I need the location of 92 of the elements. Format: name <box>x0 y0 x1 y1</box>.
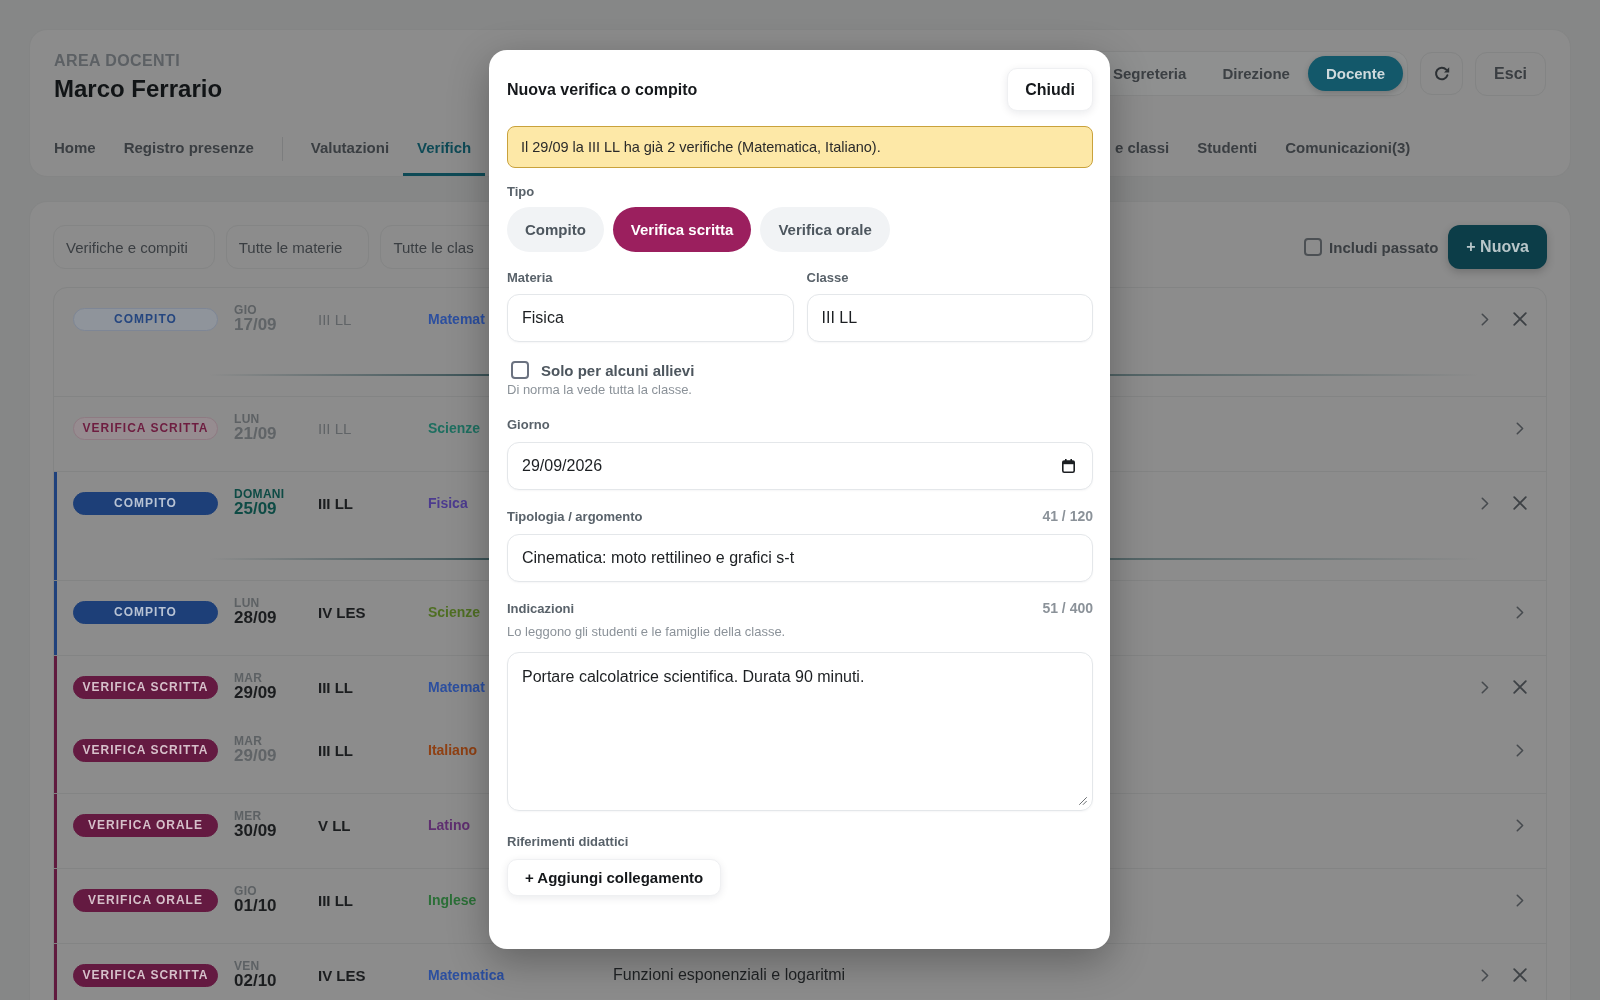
weekday-label: DOMANI <box>234 488 285 500</box>
chevron-right-icon[interactable] <box>1481 496 1489 510</box>
nav-tab[interactable]: Verifich <box>403 126 486 176</box>
subject-label: Matematica <box>428 967 505 983</box>
nav-tab[interactable]: Comunicazioni(3) <box>1271 126 1425 176</box>
field-label: Materia <box>507 269 553 285</box>
hint-text: Lo leggono gli studenti e le famiglie della classe. <box>507 624 787 640</box>
class-label: III LL <box>318 494 353 512</box>
subject-label: Inglese <box>428 892 477 908</box>
chevron-right-icon[interactable] <box>1481 680 1489 694</box>
filter-select[interactable]: Tutte le materie <box>225 225 370 269</box>
type-badge: COMPITO <box>73 600 218 624</box>
filter-select[interactable]: Verifiche e compiti <box>53 225 215 269</box>
role-option[interactable]: Docente <box>1307 56 1404 91</box>
dialog-title: Nuova verifica o compito <box>507 80 698 99</box>
field-label: Giorno <box>507 416 550 432</box>
character-counter: 51 / 400 <box>1042 600 1093 616</box>
nav-tab[interactable]: Home <box>40 126 110 176</box>
chevron-right-icon[interactable] <box>1516 605 1524 619</box>
field-label: Indicazioni <box>507 600 575 616</box>
add-link-button[interactable]: + Aggiungi collegamento <box>507 859 722 896</box>
type-badge: VERIFICA SCRITTA <box>73 675 218 699</box>
character-counter: 41 / 120 <box>1042 508 1093 524</box>
type-badge: COMPITO <box>73 307 218 331</box>
nav-tab[interactable]: Registro presenze <box>109 126 268 176</box>
checkbox-label: Solo per alcuni allievi <box>541 361 695 379</box>
class-label: III LL <box>318 891 353 909</box>
calendar-icon[interactable] <box>1062 459 1075 473</box>
x-icon[interactable] <box>1513 496 1527 510</box>
warning-banner: Il 29/09 la III LL ha già 2 verifiche (Matematica, Italiano). <box>507 126 1093 168</box>
x-icon[interactable] <box>1513 312 1527 326</box>
notes-textarea[interactable]: Portare calcolatrice scientifica. Durata 90 minuti. <box>507 652 1093 811</box>
date-label: 30/09 <box>234 822 277 840</box>
type-badge: VERIFICA ORALE <box>73 813 218 837</box>
type-badge: VERIFICA ORALE <box>73 888 218 912</box>
subject-label: Italiano <box>428 742 477 758</box>
class-label: III LL <box>318 741 353 759</box>
class-label: V LL <box>318 816 351 834</box>
subject-field[interactable]: Fisica <box>507 294 794 342</box>
resize-handle-icon[interactable] <box>1079 797 1087 805</box>
refresh-button[interactable] <box>1420 52 1464 95</box>
subject-label: Scienze <box>428 604 481 620</box>
nav-tab[interactable]: Valutazioni <box>296 126 404 176</box>
include-past-checkbox[interactable] <box>1304 238 1323 256</box>
type-badge: VERIFICA SCRITTA <box>73 738 218 762</box>
date-label: 29/09 <box>234 684 277 702</box>
logout-button[interactable]: Esci <box>1475 51 1546 96</box>
class-field[interactable]: III LL <box>806 294 1093 342</box>
date-label: 01/10 <box>234 897 277 915</box>
date-field[interactable]: 29/09/2026 <box>507 442 1093 490</box>
date-label: 25/09 <box>234 500 277 518</box>
x-icon[interactable] <box>1513 968 1527 982</box>
topic-label: Funzioni esponenziali e logaritmi <box>613 966 846 984</box>
subject-label: Latino <box>428 817 470 833</box>
chevron-right-icon[interactable] <box>1481 312 1489 326</box>
restricted-checkbox[interactable] <box>511 361 529 379</box>
hint-text: Di norma la vede tutta la classe. <box>507 382 693 398</box>
class-label: III LL <box>318 678 353 696</box>
new-button[interactable]: + Nuova <box>1448 225 1547 269</box>
type-option[interactable]: Verifica orale <box>760 207 890 252</box>
subject-label: Matemat <box>428 311 485 327</box>
type-option[interactable]: Compito <box>507 207 604 252</box>
subject-label: Fisica <box>428 495 468 511</box>
class-label: IV LES <box>318 603 366 621</box>
nav-tab[interactable]: Studenti <box>1183 126 1272 176</box>
subject-label: Scienze <box>428 420 481 436</box>
subject-label: Matemat <box>428 679 485 695</box>
include-past-label: Includi passato <box>1329 238 1439 256</box>
role-option[interactable]: Direzione <box>1204 56 1308 91</box>
teacher-name: Marco Ferrario <box>54 74 223 104</box>
field-label: Tipologia / argomento <box>507 508 643 524</box>
chevron-right-icon[interactable] <box>1516 743 1524 757</box>
date-label: 02/10 <box>234 972 277 990</box>
class-label: IV LES <box>318 966 366 984</box>
nav-tab[interactable]: e classi <box>1101 126 1184 176</box>
chevron-right-icon[interactable] <box>1516 893 1524 907</box>
role-option[interactable]: Segreteria <box>1095 56 1205 91</box>
field-label: Tipo <box>507 183 535 199</box>
chevron-right-icon[interactable] <box>1516 421 1524 435</box>
refresh-icon <box>1433 66 1450 81</box>
type-badge: VERIFICA SCRITTA <box>73 963 218 987</box>
x-icon[interactable] <box>1513 680 1527 694</box>
topic-field[interactable]: Cinematica: moto rettilineo e grafici s-t <box>507 534 1093 582</box>
type-badge: COMPITO <box>73 491 218 515</box>
field-label: Riferimenti didattici <box>507 833 629 849</box>
chevron-right-icon[interactable] <box>1481 968 1489 982</box>
type-option[interactable]: Verifica scritta <box>612 207 752 252</box>
date-label: 28/09 <box>234 609 277 627</box>
field-label: Classe <box>806 269 849 285</box>
close-button[interactable]: Chiudi <box>1007 68 1093 111</box>
chevron-right-icon[interactable] <box>1516 818 1524 832</box>
type-badge: VERIFICA SCRITTA <box>73 416 218 440</box>
